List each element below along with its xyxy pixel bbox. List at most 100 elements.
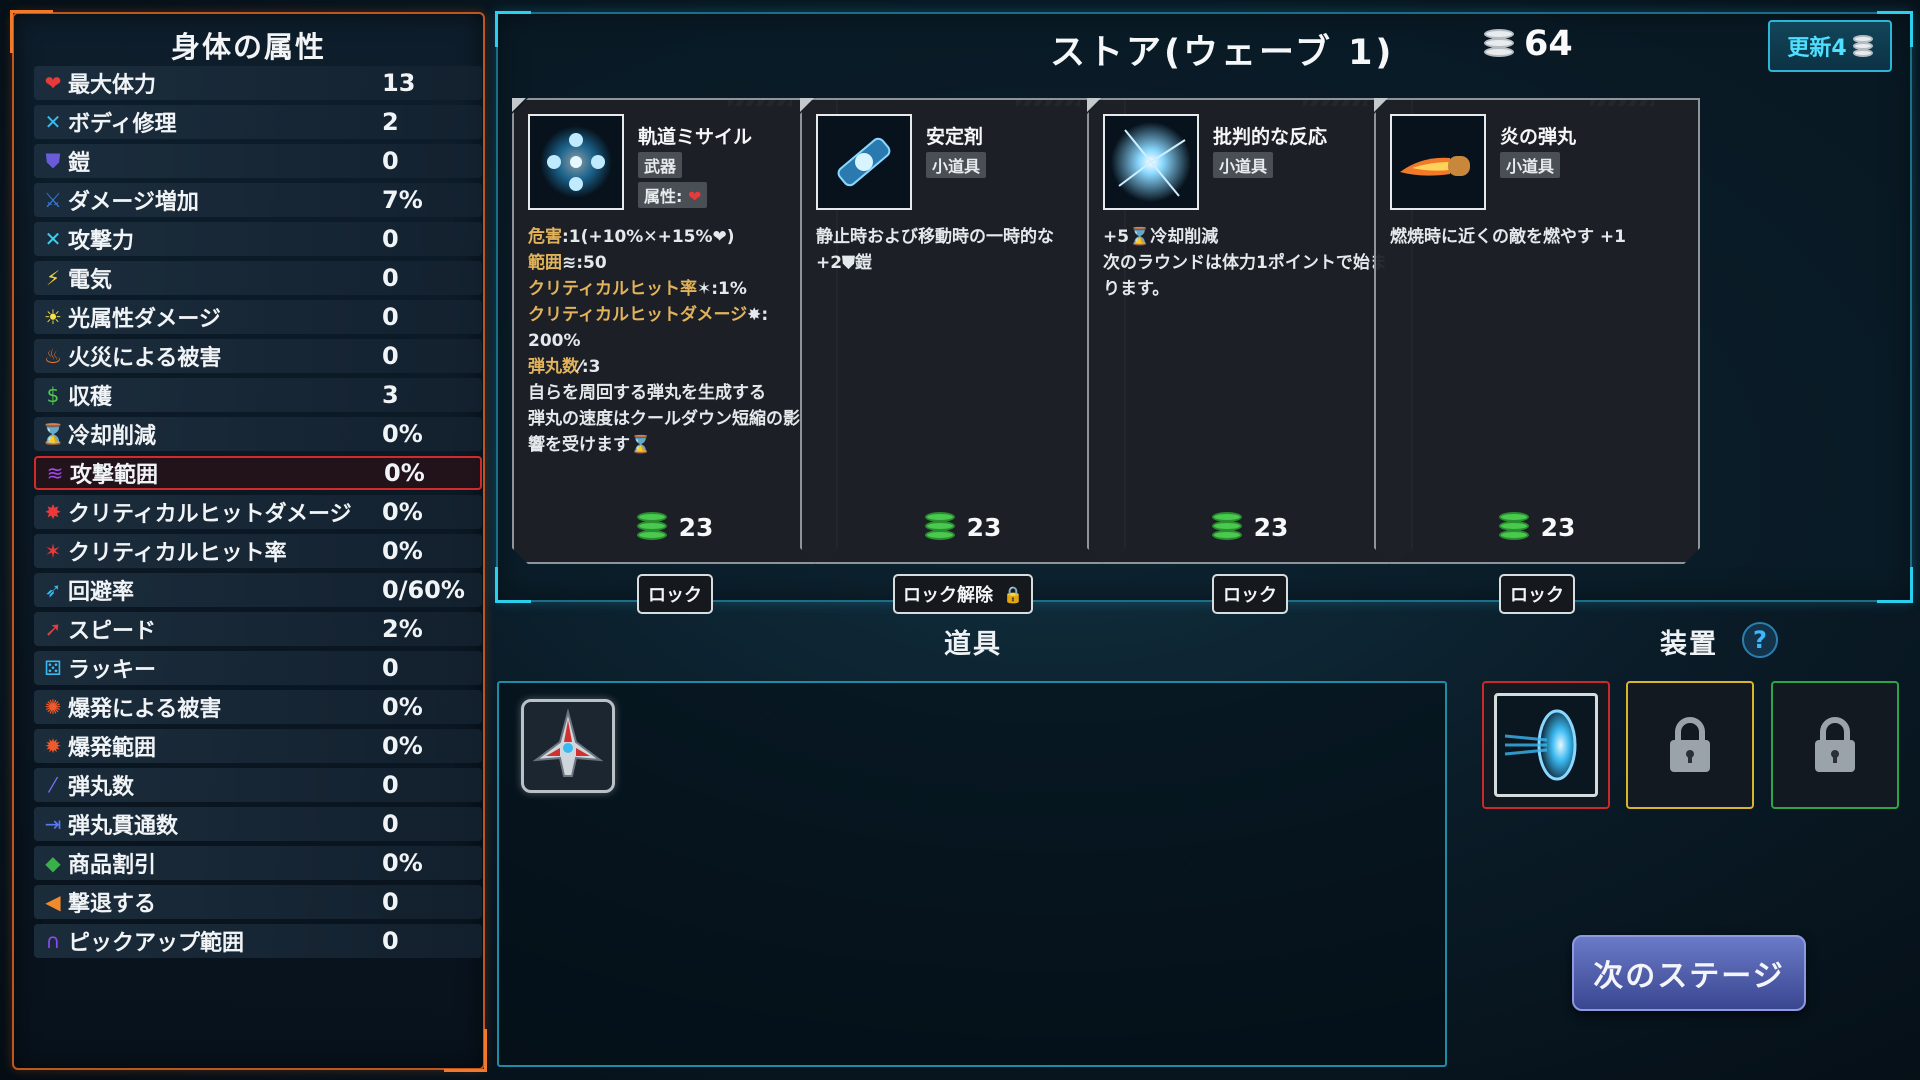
stat-text: 燃焼時に近くの敵を燃やす +1	[1390, 227, 1626, 247]
attribute-row[interactable]: ✕ ボディ修理 2	[34, 105, 482, 139]
description-line: 燃焼時に近くの敵を燃やす +1	[1390, 224, 1690, 250]
card-description: +5⌛冷却削減次のラウンドは体力1ポイントで始ま ります。	[1103, 224, 1403, 302]
stat-text: +2⛊鎧	[816, 253, 872, 273]
description-line: 自らを周回する弾丸を生成する	[528, 380, 828, 406]
stat-text: +5⌛冷却削減	[1103, 227, 1219, 247]
attribute-name: 最大体力	[68, 73, 157, 98]
stat-text: :1(+10%✕+15%❤)	[562, 227, 735, 247]
coin-stack-icon	[637, 512, 667, 542]
lock-button[interactable]: ロック	[1499, 574, 1575, 614]
attribute-name: ラッキー	[68, 658, 157, 683]
card-price: 23	[514, 512, 836, 542]
attribute-panel-title: 身体の属性	[170, 30, 326, 64]
attribute-row[interactable]: ◀ 撃退する 0	[34, 885, 482, 919]
attribute-name: 弾丸貫通数	[68, 814, 179, 839]
stat-label: 弾丸数	[528, 357, 579, 377]
attribute-row[interactable]: ❤ 最大体力 13	[34, 66, 482, 100]
attribute-row[interactable]: ◆ 商品割引 0%	[34, 846, 482, 880]
price-value: 23	[1253, 512, 1289, 542]
attribute-value: 7%	[382, 186, 423, 214]
equipment-slot-3-locked[interactable]	[1771, 681, 1899, 809]
attribute-row[interactable]: ⚄ ラッキー 0	[34, 651, 482, 685]
card-description: 静止時および移動時の一時的な +2⛊鎧	[816, 224, 1116, 276]
attribute-row[interactable]: ➚ スピード 2%	[34, 612, 482, 646]
wifi-range-icon: ≋	[46, 461, 64, 485]
attribute-row[interactable]: ✺ 爆発による被害 0%	[34, 690, 482, 724]
attribute-name: 回避率	[68, 580, 135, 605]
attribute-row[interactable]: ✶ クリティカルヒット率 0%	[34, 534, 482, 568]
attribute-row[interactable]: ♨ 火災による被害 0	[34, 339, 482, 373]
card-price: 23	[802, 512, 1124, 542]
attribute-name: 火災による被害	[68, 346, 222, 371]
item-thumbnail	[528, 114, 624, 210]
corner-deco	[495, 567, 531, 603]
card-description: 危害:1(+10%✕+15%❤) 範囲≋:50 クリティカルヒット率✶:1% クリティ…	[528, 224, 828, 458]
inventory-item-slot[interactable]	[521, 699, 615, 793]
card-description: 燃焼時に近くの敵を燃やす +1	[1390, 224, 1690, 250]
attribute-value: 0	[382, 810, 399, 838]
attribute-value: 2	[382, 108, 399, 136]
magnet-icon: ∩	[45, 929, 61, 953]
attribute-row[interactable]: ➶ 回避率 0/60%	[34, 573, 482, 607]
description-line: ります。	[1103, 276, 1403, 302]
card-price: 23	[1089, 512, 1411, 542]
attribute-list: ❤ 最大体力 13 ✕ ボディ修理 2 ⛊ 鎧 0 ⚔ ダメージ増加 7% ✕ 攻撃力 0 ⚡ 電気 0 ☀ 光属性ダ…	[34, 66, 482, 963]
attribute-row[interactable]: ⁄ 弾丸数 0	[34, 768, 482, 802]
card-type-badge: 武器	[638, 152, 682, 178]
attribute-row[interactable]: ☀ 光属性ダメージ 0	[34, 300, 482, 334]
price-value: 23	[966, 512, 1002, 542]
equipment-slot-2-locked[interactable]	[1626, 681, 1754, 809]
bullet-icon: ⁄	[51, 773, 55, 797]
crit-damage-icon: ✸	[44, 500, 62, 524]
description-line: 次のラウンドは体力1ポイントで始ま	[1103, 250, 1403, 276]
lock-button[interactable]: ロック	[637, 574, 713, 614]
attribute-row[interactable]: ⚔ ダメージ増加 7%	[34, 183, 482, 217]
next-stage-button[interactable]: 次のステージ	[1572, 935, 1806, 1011]
card-price: 23	[1376, 512, 1698, 542]
store-card[interactable]: 炎の弾丸 小道具 燃焼時に近くの敵を燃やす +1 23	[1374, 98, 1700, 564]
card-name: 安定剤	[926, 126, 984, 148]
item-thumbnail	[1390, 114, 1486, 210]
attribute-row[interactable]: ⇥ 弾丸貫通数 0	[34, 807, 482, 841]
coin-stack-icon	[1484, 29, 1514, 59]
attribute-row[interactable]: ✹ 爆発範囲 0%	[34, 729, 482, 763]
attribute-name: 商品割引	[68, 853, 157, 878]
padlock-icon: 🔒	[1003, 584, 1023, 604]
attack-icon: ✕	[44, 227, 62, 251]
spaceship-icon	[532, 708, 604, 777]
stat-label: 範囲	[528, 253, 562, 273]
items-title: 道具	[944, 629, 1002, 660]
attribute-row[interactable]: ∩ ピックアップ範囲 0	[34, 924, 482, 958]
attribute-value: 0	[382, 147, 399, 175]
heart-icon: ❤	[44, 71, 62, 95]
attribute-row[interactable]: ✸ クリティカルヒットダメージ 0%	[34, 495, 482, 529]
repair-icon: ✕	[44, 110, 62, 134]
attribute-row[interactable]: ✕ 攻撃力 0	[34, 222, 482, 256]
attribute-value: 3	[382, 381, 399, 409]
attribute-value: 0	[382, 888, 399, 916]
attribute-row[interactable]: ⛊ 鎧 0	[34, 144, 482, 178]
attribute-row[interactable]: ⌛ 冷却削減 0%	[34, 417, 482, 451]
attribute-row[interactable]: $ 収穫 3	[34, 378, 482, 412]
unlock-button[interactable]: ロック解除 🔒	[893, 574, 1033, 614]
description-line: 弾丸数⁄:3	[528, 354, 828, 380]
attribute-name: 電気	[68, 268, 113, 293]
attribute-row[interactable]: ⚡ 電気 0	[34, 261, 482, 295]
equipment-slot-1[interactable]	[1482, 681, 1610, 809]
stat-text: 200%	[528, 331, 581, 351]
lock-button[interactable]: ロック	[1212, 574, 1288, 614]
refresh-button[interactable]: 更新4	[1768, 20, 1892, 72]
attribute-value: 13	[382, 69, 416, 97]
fire-icon: ♨	[44, 344, 62, 368]
coin-stack-icon	[1499, 512, 1529, 542]
item-thumbnail	[816, 114, 912, 210]
coin-stack-icon	[925, 512, 955, 542]
store-card[interactable]: 軌道ミサイル 武器 属性: ❤ 危害:1(+10%✕+15%❤) 範囲≋:50 クリティカ…	[512, 98, 838, 564]
attribute-name: ボディ修理	[68, 112, 177, 137]
store-card[interactable]: 批判的な反応 小道具 +5⌛冷却削減 次のラウンドは体力1ポイントで始ま ります。 23	[1087, 98, 1413, 564]
store-card[interactable]: 安定剤 小道具 静止時および移動時の一時的な +2⛊鎧 23	[800, 98, 1126, 564]
description-line: 範囲≋:50	[528, 250, 828, 276]
attribute-row[interactable]: ≋ 攻撃範囲 0%	[34, 456, 482, 490]
help-button[interactable]: ?	[1742, 622, 1778, 658]
padlock-icon	[1815, 717, 1855, 772]
